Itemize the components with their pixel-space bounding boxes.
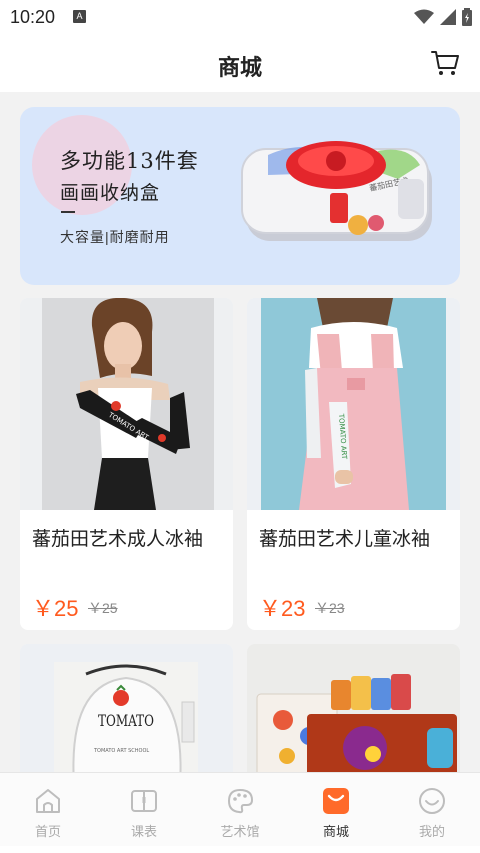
product-original-price: ￥23: [315, 600, 345, 616]
tab-shop[interactable]: 商城: [288, 773, 384, 847]
product-card[interactable]: TOMATO ART 蕃茄田艺术成人冰袖 ￥25 ￥25: [20, 298, 233, 630]
tab-home[interactable]: 首页: [0, 773, 96, 847]
product-image: TOMATO TOMATO ART SCHOOL: [20, 644, 233, 772]
cart-icon[interactable]: [430, 48, 460, 78]
tab-label: 首页: [34, 824, 61, 839]
system-nav-area: [0, 846, 480, 853]
tab-label: 我的: [418, 824, 445, 839]
product-image: TOMATO ART: [20, 298, 233, 510]
product-original-price: ￥25: [88, 600, 118, 616]
signal-icon: [440, 9, 456, 25]
product-image-subtext: TOMATO ART SCHOOL: [93, 748, 149, 754]
status-icons: [414, 8, 472, 26]
product-price: ￥25: [32, 596, 79, 621]
status-bar: 10:20 A: [0, 0, 480, 34]
shop-icon: [323, 788, 349, 814]
storage-box-image: 蕃茄田艺术: [241, 141, 432, 241]
palette-icon: [227, 788, 254, 814]
banner-title-line2: 画画收纳盒: [60, 182, 161, 204]
tab-schedule[interactable]: 课表: [96, 773, 192, 847]
product-price: ￥23: [259, 596, 306, 621]
banner-title: 多功能13件套: [60, 149, 199, 173]
product-image: [247, 644, 460, 772]
product-image: TOMATO ART: [247, 298, 460, 510]
page-title: 商城: [217, 55, 262, 80]
tab-label: 课表: [130, 824, 157, 839]
product-card[interactable]: [247, 644, 460, 772]
bottom-tab-bar: 首页 课表 艺术馆 商城 我的: [0, 772, 480, 846]
battery-icon: [462, 8, 472, 26]
shop-content[interactable]: 多功能13件套 画画收纳盒 大容量|耐磨耐用 蕃茄田艺术 TOMATO ART …: [0, 92, 480, 772]
app-header: 商城: [0, 34, 480, 92]
product-name: 蕃茄田艺术儿童冰袖: [259, 529, 431, 550]
tab-profile[interactable]: 我的: [384, 773, 480, 847]
banner-divider: [61, 211, 75, 213]
profile-icon: [419, 788, 445, 814]
notification-badge: A: [73, 10, 86, 23]
product-card[interactable]: TOMATO ART 蕃茄田艺术儿童冰袖 ￥23 ￥23: [247, 298, 460, 630]
product-image-text: TOMATO: [98, 711, 154, 730]
status-time: 10:20: [10, 7, 56, 27]
product-card[interactable]: TOMATO TOMATO ART SCHOOL: [20, 644, 233, 772]
tab-label: 商城: [322, 824, 349, 839]
promo-banner[interactable]: 多功能13件套 画画收纳盒 大容量|耐磨耐用 蕃茄田艺术: [20, 107, 460, 285]
home-icon: [36, 789, 60, 813]
schedule-icon: [131, 790, 157, 812]
banner-subtitle: 大容量|耐磨耐用: [60, 229, 170, 245]
tab-art-gallery[interactable]: 艺术馆: [192, 773, 288, 847]
wifi-icon: [414, 9, 434, 24]
product-name: 蕃茄田艺术成人冰袖: [32, 529, 204, 550]
tab-label: 艺术馆: [220, 824, 260, 839]
